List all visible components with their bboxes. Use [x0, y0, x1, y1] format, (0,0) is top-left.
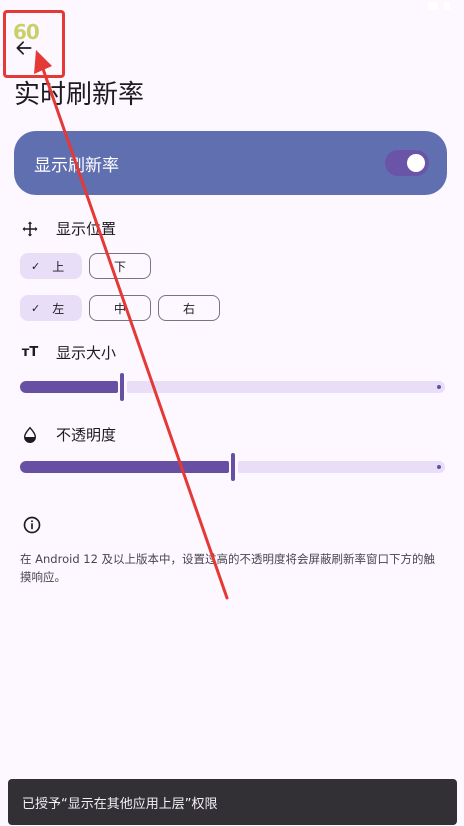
- size-section-header: ᴛT 显示大小: [20, 342, 116, 363]
- battery-icon: [444, 2, 450, 10]
- position-label: 显示位置: [56, 220, 117, 238]
- opacity-drop-icon: [20, 425, 40, 445]
- size-label: 显示大小: [56, 344, 117, 362]
- size-slider-end-dot: [437, 385, 441, 389]
- opacity-slider-thumb[interactable]: [231, 453, 235, 481]
- info-icon: [23, 516, 41, 534]
- annotation-highlight-box: [3, 10, 65, 78]
- chip-center-label: 中: [113, 301, 126, 316]
- opacity-slider-active-track: [20, 461, 229, 473]
- size-slider[interactable]: [20, 373, 445, 401]
- size-slider-thumb[interactable]: [120, 373, 124, 401]
- size-slider-inactive-track: [127, 381, 445, 393]
- chip-center[interactable]: 中: [89, 295, 151, 321]
- position-section-header: 显示位置: [20, 218, 116, 239]
- annotation-arrow-icon: [34, 50, 229, 600]
- opacity-label: 不透明度: [56, 426, 117, 444]
- check-icon: ✓: [31, 301, 41, 315]
- text-size-icon: ᴛT: [21, 345, 39, 360]
- opacity-slider[interactable]: [20, 453, 445, 481]
- snackbar-text: 已授予“显示在其他应用上层”权限: [22, 796, 218, 812]
- chip-bottom-label: 下: [113, 259, 126, 274]
- page-title: 实时刷新率: [14, 80, 145, 110]
- switch-knob: [407, 154, 425, 172]
- opacity-slider-end-dot: [437, 465, 441, 469]
- opacity-section-header: 不透明度: [20, 424, 116, 445]
- show-refresh-rate-card[interactable]: 显示刷新率: [14, 131, 447, 195]
- move-icon: [20, 219, 40, 239]
- opacity-slider-inactive-track: [238, 461, 445, 473]
- chip-left-label: 左: [52, 301, 65, 316]
- chip-top[interactable]: ✓ 上: [20, 253, 82, 279]
- show-refresh-rate-label: 显示刷新率: [34, 155, 119, 176]
- show-refresh-rate-switch[interactable]: [385, 150, 429, 176]
- check-icon: ✓: [31, 259, 41, 273]
- chip-left[interactable]: ✓ 左: [20, 295, 82, 321]
- permission-snackbar: 已授予“显示在其他应用上层”权限: [8, 779, 457, 825]
- wifi-icon: [428, 2, 438, 10]
- status-bar-icons: [428, 2, 450, 10]
- chip-bottom[interactable]: 下: [89, 253, 151, 279]
- info-text: 在 Android 12 及以上版本中，设置过高的不透明度将会屏蔽刷新率窗口下方…: [20, 552, 436, 584]
- chip-right-label: 右: [182, 301, 195, 316]
- chip-top-label: 上: [52, 259, 65, 274]
- chip-right[interactable]: 右: [158, 295, 220, 321]
- size-slider-active-track: [20, 381, 118, 393]
